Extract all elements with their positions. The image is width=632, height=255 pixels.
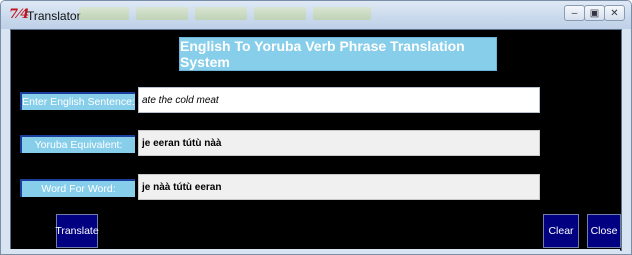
- blurred-tab-2: [136, 7, 188, 20]
- window-bottom-border: [10, 249, 620, 254]
- blurred-tab-1: [79, 7, 129, 20]
- translate-button[interactable]: Translate: [55, 214, 99, 248]
- close-button[interactable]: Close: [587, 214, 621, 248]
- translator-window: 7⁄4 Translator – ▣ ✕ English To Yoruba V…: [0, 0, 632, 255]
- minimize-icon: –: [571, 7, 578, 19]
- page-title: English To Yoruba Verb Phrase Translatio…: [179, 37, 497, 71]
- window-title: Translator: [27, 9, 81, 23]
- english-sentence-label: Enter English Sentence:: [20, 92, 135, 110]
- blurred-tab-4: [254, 7, 306, 20]
- maximize-icon: ▣: [589, 7, 600, 19]
- word-for-word-label: Word For Word:: [20, 179, 135, 197]
- app-logo-icon: 7⁄4: [9, 7, 30, 22]
- minimize-button[interactable]: –: [564, 5, 585, 21]
- word-for-word-output: je nàà tútù eeran: [138, 174, 540, 200]
- clear-button[interactable]: Clear: [543, 214, 579, 248]
- blurred-tab-3: [195, 7, 247, 20]
- title-bar[interactable]: 7⁄4 Translator – ▣ ✕: [1, 1, 631, 29]
- main-panel: English To Yoruba Verb Phrase Translatio…: [10, 29, 622, 251]
- close-icon: ✕: [610, 7, 619, 19]
- yoruba-equivalent-output: je eeran tútù nàà: [138, 130, 540, 156]
- close-window-button[interactable]: ✕: [604, 5, 625, 21]
- yoruba-equivalent-label: Yoruba Equivalent:: [20, 135, 135, 153]
- blurred-tab-5: [313, 7, 371, 20]
- english-sentence-input[interactable]: [138, 87, 540, 113]
- maximize-button[interactable]: ▣: [584, 5, 605, 21]
